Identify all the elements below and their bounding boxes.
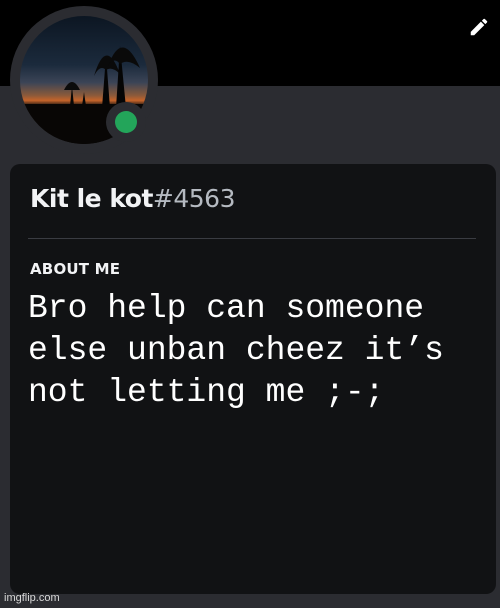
edit-profile-button[interactable] — [466, 14, 492, 40]
username[interactable]: Kit le kot#4563 — [30, 184, 235, 213]
pencil-icon — [470, 18, 488, 36]
discriminator: #4563 — [152, 184, 236, 213]
about-me-heading: ABOUT ME — [30, 260, 121, 278]
watermark: imgflip.com — [4, 592, 60, 604]
divider — [28, 238, 476, 239]
online-status-dot — [115, 111, 137, 133]
display-name: Kit le kot — [30, 184, 153, 213]
about-me-text: Bro help can someone else unban cheez it… — [28, 290, 444, 411]
